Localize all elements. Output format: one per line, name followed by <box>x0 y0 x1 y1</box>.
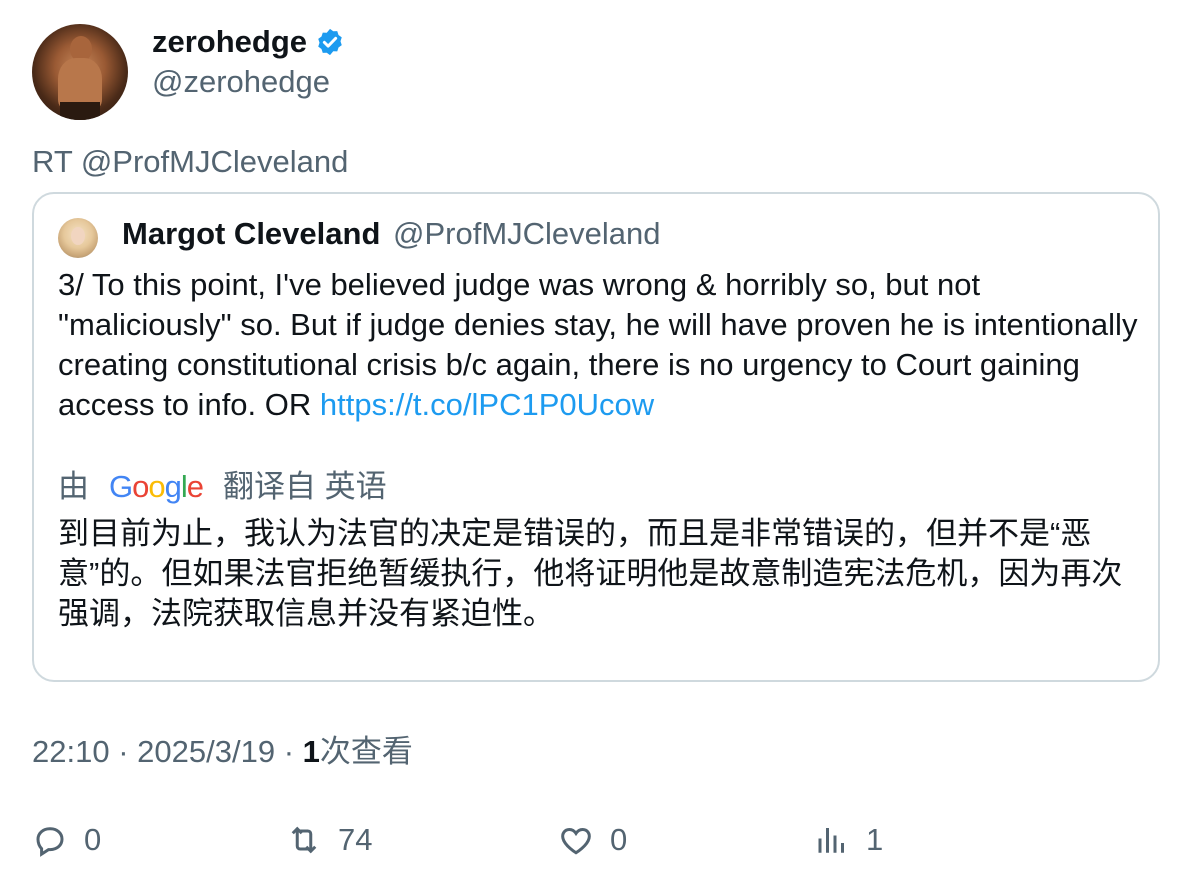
quoted-tweet-card[interactable]: Margot Cleveland @ProfMJCleveland 3/ To … <box>32 192 1160 682</box>
avatar-face <box>71 227 85 245</box>
quoted-author-header: Margot Cleveland @ProfMJCleveland <box>122 214 661 254</box>
views-button[interactable]: 1 <box>814 818 883 862</box>
tweet-actions: 0 74 0 1 <box>32 818 1152 862</box>
retweet-line: RT @ProfMJCleveland <box>32 144 349 179</box>
views-action-count: 1 <box>866 822 884 857</box>
author-name-row[interactable]: zerohedge <box>152 22 345 62</box>
quoted-tweet-text: 3/ To this point, I've believed judge wa… <box>58 265 1138 425</box>
tweet-date[interactable]: 2025/3/19 <box>137 734 275 769</box>
translated-text: 到目前为止，我认为法官的决定是错误的，而且是非常错误的，但并不是“恶意”的。但如… <box>58 516 1123 631</box>
views-count: 1 <box>302 734 320 769</box>
avatar-figure-shorts <box>60 102 100 120</box>
meta-separator: · <box>283 734 295 769</box>
translation-prefix: 由 <box>58 469 89 504</box>
translation-attribution: 由 Google 翻译自 英语 <box>58 466 387 508</box>
reply-icon <box>36 827 64 857</box>
retweet-count: 74 <box>338 822 373 857</box>
author-name[interactable]: zerohedge <box>152 22 307 62</box>
like-button[interactable]: 0 <box>558 818 627 862</box>
author-avatar[interactable] <box>32 24 128 120</box>
retweet-icon <box>291 826 317 854</box>
like-count: 0 <box>610 822 628 857</box>
meta-separator: · <box>118 734 129 769</box>
reply-count: 0 <box>84 822 102 857</box>
quoted-author-name[interactable]: Margot Cleveland <box>122 216 380 251</box>
google-logo: Google <box>109 469 204 504</box>
quoted-author-avatar[interactable] <box>58 218 98 258</box>
tweet-meta: 22:10 · 2025/3/19 · 1次查看 <box>32 732 413 772</box>
retweet-button[interactable]: 74 <box>286 818 372 862</box>
quoted-author-handle[interactable]: @ProfMJCleveland <box>393 216 661 251</box>
views-chart-icon <box>818 828 844 853</box>
heart-icon <box>561 827 591 855</box>
translation-suffix: 翻译自 英语 <box>223 469 387 504</box>
reply-button[interactable]: 0 <box>32 818 101 862</box>
author-handle[interactable]: @zerohedge <box>152 62 330 102</box>
tweet-time[interactable]: 22:10 <box>32 734 110 769</box>
verified-badge-icon <box>318 28 342 56</box>
quoted-tweet-link[interactable]: https://t.co/lPC1P0Ucow <box>320 387 654 422</box>
views-label: 次查看 <box>319 734 413 769</box>
